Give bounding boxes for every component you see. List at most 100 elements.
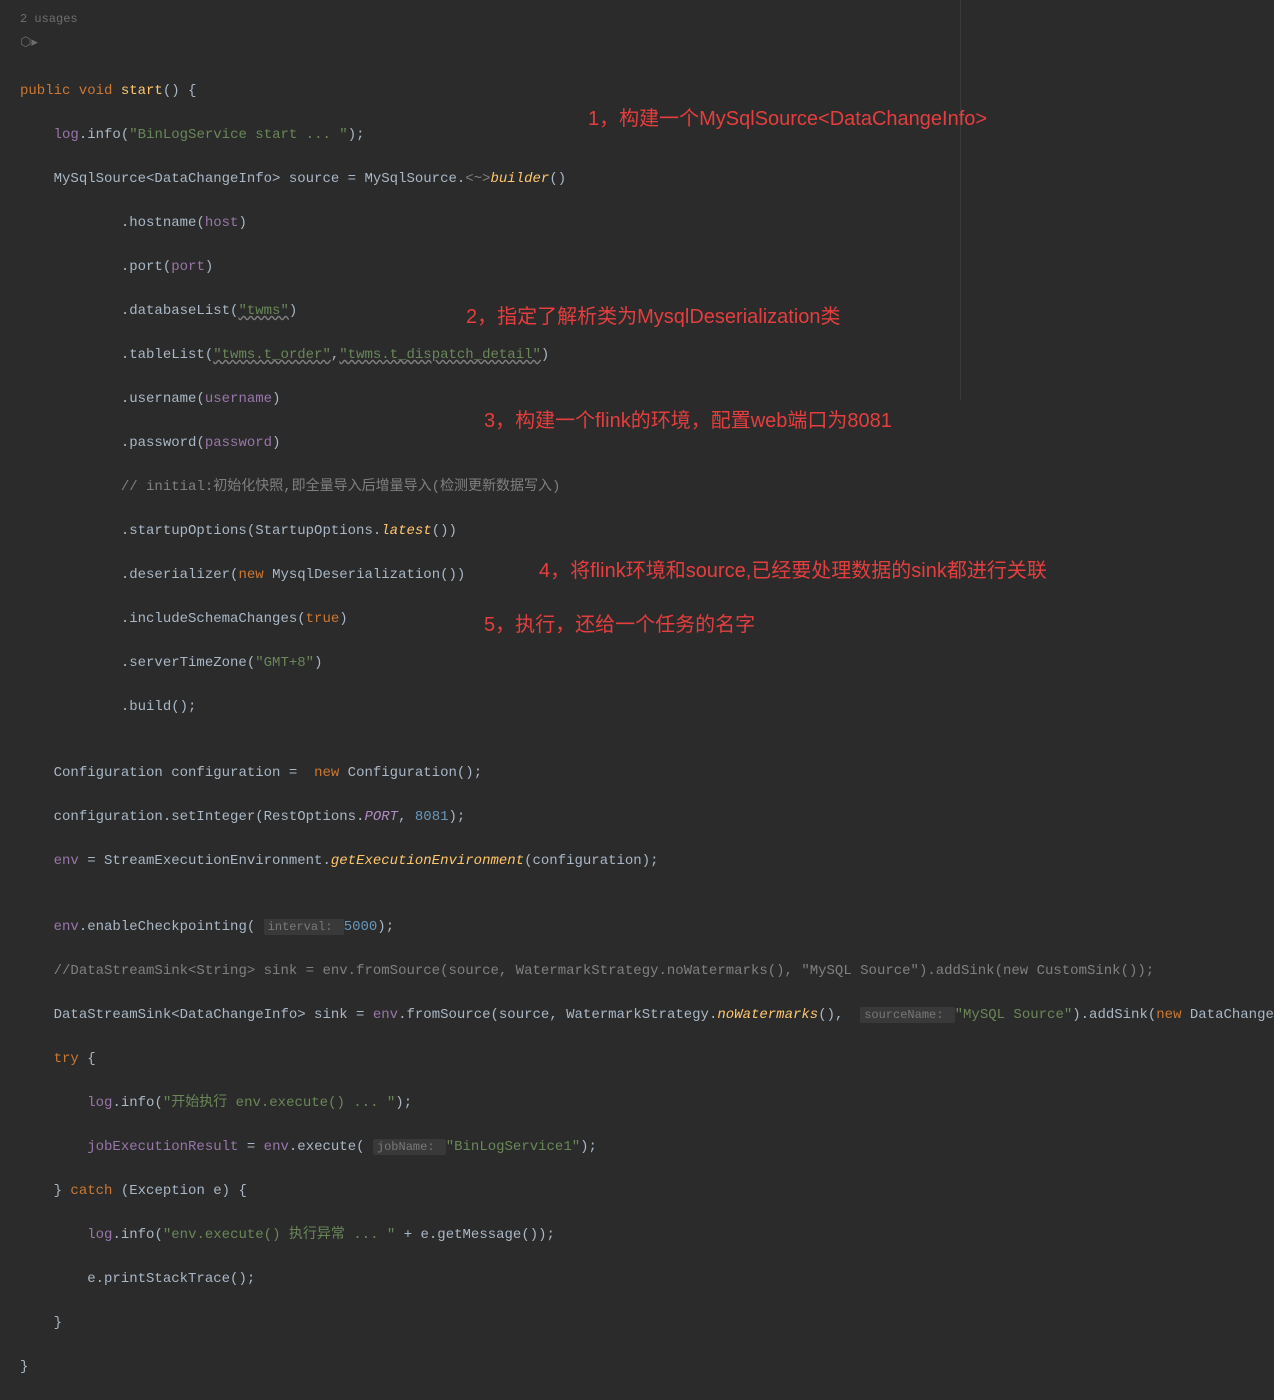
param-hint: jobName: — [373, 1139, 446, 1155]
str: "BinLogService start ... " — [129, 127, 347, 143]
t: ) — [339, 611, 347, 627]
indent — [20, 171, 54, 187]
comment: //DataStreamSink<String> sink = env.from… — [54, 963, 1155, 979]
indent: . — [20, 215, 129, 231]
t: ) — [205, 259, 213, 275]
code-editor[interactable]: public void start() { log.info("BinLogSe… — [0, 58, 1274, 1400]
t: ) — [272, 435, 280, 451]
t: } — [54, 1315, 62, 1331]
t: (Exception e) { — [121, 1183, 247, 1199]
str: "BinLogService1" — [446, 1139, 580, 1155]
t: = — [247, 1139, 264, 1155]
indent: . — [20, 391, 129, 407]
m: noWatermarks — [717, 1007, 818, 1023]
id: log — [87, 1095, 112, 1111]
num: 8081 — [415, 809, 449, 825]
indent: . — [20, 611, 129, 627]
t: ()) — [432, 523, 457, 539]
t: ( — [297, 611, 305, 627]
t: ); — [580, 1139, 597, 1155]
indent — [20, 1007, 54, 1023]
t: ( — [196, 435, 204, 451]
id: port — [171, 259, 205, 275]
kw: catch — [70, 1183, 120, 1199]
m: latest — [381, 523, 431, 539]
t: e.printStackTrace(); — [87, 1271, 255, 1287]
str: "MySQL Source" — [955, 1007, 1073, 1023]
indent — [20, 1051, 54, 1067]
indent: . — [20, 523, 129, 539]
m: getExecutionEnvironment — [331, 853, 524, 869]
indent — [20, 765, 54, 781]
kw: new — [238, 567, 272, 583]
override-gutter-icon[interactable]: ⬡▸ — [0, 32, 1274, 54]
m: startupOptions — [129, 523, 247, 539]
indent — [20, 963, 54, 979]
annotation-3: 3，构建一个flink的环境，配置web端口为8081 — [484, 410, 892, 432]
id: env — [264, 1139, 289, 1155]
t: (); — [171, 699, 196, 715]
t: .info( — [112, 1095, 162, 1111]
m: hostname — [129, 215, 196, 231]
editor-margin-line — [960, 0, 961, 400]
indent: . — [20, 435, 129, 451]
t: } — [20, 1359, 28, 1375]
t: = StreamExecutionEnvironment. — [87, 853, 331, 869]
t: ( — [247, 655, 255, 671]
str: "GMT+8" — [255, 655, 314, 671]
t: (StartupOptions. — [247, 523, 381, 539]
str: "twms.t_dispatch_detail" — [339, 347, 541, 363]
kw: public void — [20, 83, 121, 99]
annotation-5: 5，执行，还给一个任务的名字 — [484, 614, 755, 636]
t: ( — [163, 259, 171, 275]
annotation-4: 4，将flink环境和source,已经要处理数据的sink都进行关联 — [539, 560, 1047, 582]
t: .execute( — [289, 1139, 373, 1155]
annotation-1: 1，构建一个MySqlSource<DataChangeInfo> — [588, 108, 987, 130]
t: ( — [196, 215, 204, 231]
comment: // initial:初始化快照,即全量导入后增量导入(检测更新数据写入) — [121, 479, 561, 495]
t: ( — [205, 347, 213, 363]
id: env — [54, 853, 88, 869]
t: MysqlDeserialization()) — [272, 567, 465, 583]
t: ) — [541, 347, 549, 363]
const: PORT — [364, 809, 398, 825]
indent: . — [20, 303, 129, 319]
m: password — [129, 435, 196, 451]
param-hint: interval: — [264, 919, 344, 935]
kw: true — [306, 611, 340, 627]
str: "开始执行 env.execute() ... " — [163, 1095, 395, 1111]
m: deserializer — [129, 567, 230, 583]
indent — [20, 919, 54, 935]
t: .info( — [79, 127, 129, 143]
t: Configuration configuration = — [54, 765, 314, 781]
m: databaseList — [129, 303, 230, 319]
t: ); — [449, 809, 466, 825]
m: build — [129, 699, 171, 715]
id: env — [373, 1007, 398, 1023]
indent — [20, 1095, 87, 1111]
t: MySqlSource<DataChangeInfo> source = MyS… — [54, 171, 466, 187]
indent: . — [20, 259, 129, 275]
id: host — [205, 215, 239, 231]
indent — [20, 1271, 87, 1287]
str: "twms.t_order" — [213, 347, 331, 363]
t: ); — [348, 127, 365, 143]
t: { — [87, 1051, 95, 1067]
t: () — [549, 171, 566, 187]
kw: new — [314, 765, 348, 781]
m: builder — [491, 171, 550, 187]
id: username — [205, 391, 272, 407]
t: DataStreamSink<DataChangeInfo> sink = — [54, 1007, 373, 1023]
t: } — [54, 1183, 71, 1199]
t: Configuration(); — [348, 765, 482, 781]
m: serverTimeZone — [129, 655, 247, 671]
usages-hint[interactable]: 2 usages — [0, 8, 1274, 30]
indent — [20, 1139, 87, 1155]
t: ) — [272, 391, 280, 407]
t: DataChangeSink()); — [1190, 1007, 1274, 1023]
t: , — [398, 809, 415, 825]
id: log — [54, 127, 79, 143]
t: ).addSink( — [1072, 1007, 1156, 1023]
indent — [20, 853, 54, 869]
param-hint: sourceName: — [860, 1007, 954, 1023]
